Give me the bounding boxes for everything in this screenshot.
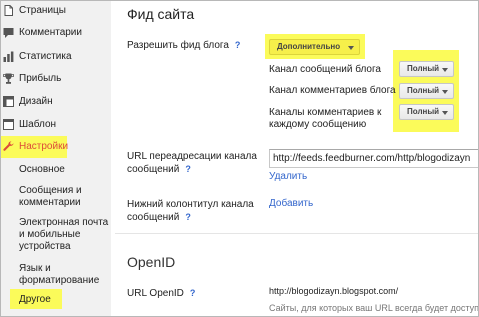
pages-icon (4, 5, 13, 16)
sidebar-item-label: Настройки (19, 141, 69, 152)
comment-feed-label: Канал комментариев блога (269, 85, 396, 96)
openid-url-label-text: URL OpenID (127, 288, 184, 299)
section-divider (115, 233, 478, 234)
sidebar-item-label: Шаблон (19, 119, 57, 130)
comment-feed-dropdown-value: Полный (407, 86, 440, 95)
chevron-down-icon (442, 90, 448, 94)
comment-feed-dropdown[interactable]: Полный (399, 83, 454, 99)
post-feed-label: Канал сообщений блога (269, 64, 381, 75)
sidebar-item-pages[interactable]: Страницы (1, 1, 111, 21)
chevron-down-icon (348, 46, 354, 50)
earnings-trophy-icon (3, 73, 14, 84)
help-icon[interactable]: ? (235, 40, 241, 50)
sidebar-subitem-other[interactable]: Другое (19, 294, 51, 306)
allow-feed-dropdown[interactable]: Дополнительно (269, 39, 360, 55)
comments-icon (3, 28, 14, 38)
per-post-comment-feed-dropdown[interactable]: Полный (399, 104, 454, 120)
openid-url-label: URL OpenID? (127, 287, 195, 300)
delete-link[interactable]: Удалить (269, 171, 307, 182)
template-icon (3, 119, 14, 130)
sidebar-item-label: Комментарии (19, 27, 82, 38)
per-post-comment-feed-dropdown-value: Полный (407, 107, 440, 116)
openid-note: Сайты, для которых ваш URL всегда будет … (269, 303, 479, 313)
sidebar: Страницы Комментарии Статистика Прибыль … (1, 1, 111, 316)
sidebar-item-label: Страницы (19, 5, 66, 16)
sidebar-item-settings[interactable]: Настройки (1, 137, 111, 157)
sidebar-subitem-posts-comments[interactable]: Сообщения и комментарии (19, 185, 109, 209)
allow-feed-label: Разрешить фид блога? (127, 39, 240, 52)
redirect-url-input[interactable] (269, 149, 478, 168)
help-icon[interactable]: ? (190, 288, 196, 298)
openid-url-value: http://blogodizayn.blogspot.com/ (269, 286, 399, 296)
sidebar-item-template[interactable]: Шаблон (1, 115, 111, 135)
sidebar-item-label: Прибыль (19, 73, 62, 84)
allow-feed-dropdown-value: Дополнительно (277, 42, 341, 51)
layout-icon (3, 96, 14, 107)
sidebar-item-layout[interactable]: Дизайн (1, 92, 111, 112)
feed-footer-label: Нижний колонтитул канала сообщений? (127, 199, 257, 224)
help-icon[interactable]: ? (185, 164, 191, 174)
per-post-comment-feed-label: Каналы комментариев к каждому сообщению (269, 107, 382, 130)
page-title: Фид сайта (127, 6, 195, 22)
wrench-icon (3, 141, 14, 151)
sidebar-item-label: Дизайн (19, 96, 53, 107)
post-feed-dropdown[interactable]: Полный (399, 61, 454, 77)
help-icon[interactable]: ? (185, 212, 191, 222)
sidebar-subitem-email-mobile[interactable]: Электронная почта и мобильные устройства (19, 217, 111, 253)
sidebar-subitem-language-formatting[interactable]: Язык и форматирование (19, 263, 111, 287)
stats-icon (3, 51, 14, 62)
main-content: Фид сайта Разрешить фид блога? Дополните… (111, 1, 479, 316)
sidebar-item-comments[interactable]: Комментарии (1, 23, 111, 43)
sidebar-subitem-basic[interactable]: Основное (19, 164, 65, 176)
add-footer-link[interactable]: Добавить (269, 198, 313, 209)
openid-section-title: OpenID (127, 254, 176, 270)
sidebar-item-label: Статистика (19, 51, 72, 62)
chevron-down-icon (442, 111, 448, 115)
window-frame: Страницы Комментарии Статистика Прибыль … (0, 0, 479, 317)
sidebar-item-stats[interactable]: Статистика (1, 47, 111, 67)
redirect-url-label-text: URL переадресации канала сообщений (127, 151, 257, 175)
redirect-url-label: URL переадресации канала сообщений? (127, 151, 257, 176)
allow-feed-label-text: Разрешить фид блога (127, 40, 229, 51)
chevron-down-icon (442, 68, 448, 72)
sidebar-item-earnings[interactable]: Прибыль (1, 69, 111, 89)
post-feed-dropdown-value: Полный (407, 64, 440, 73)
